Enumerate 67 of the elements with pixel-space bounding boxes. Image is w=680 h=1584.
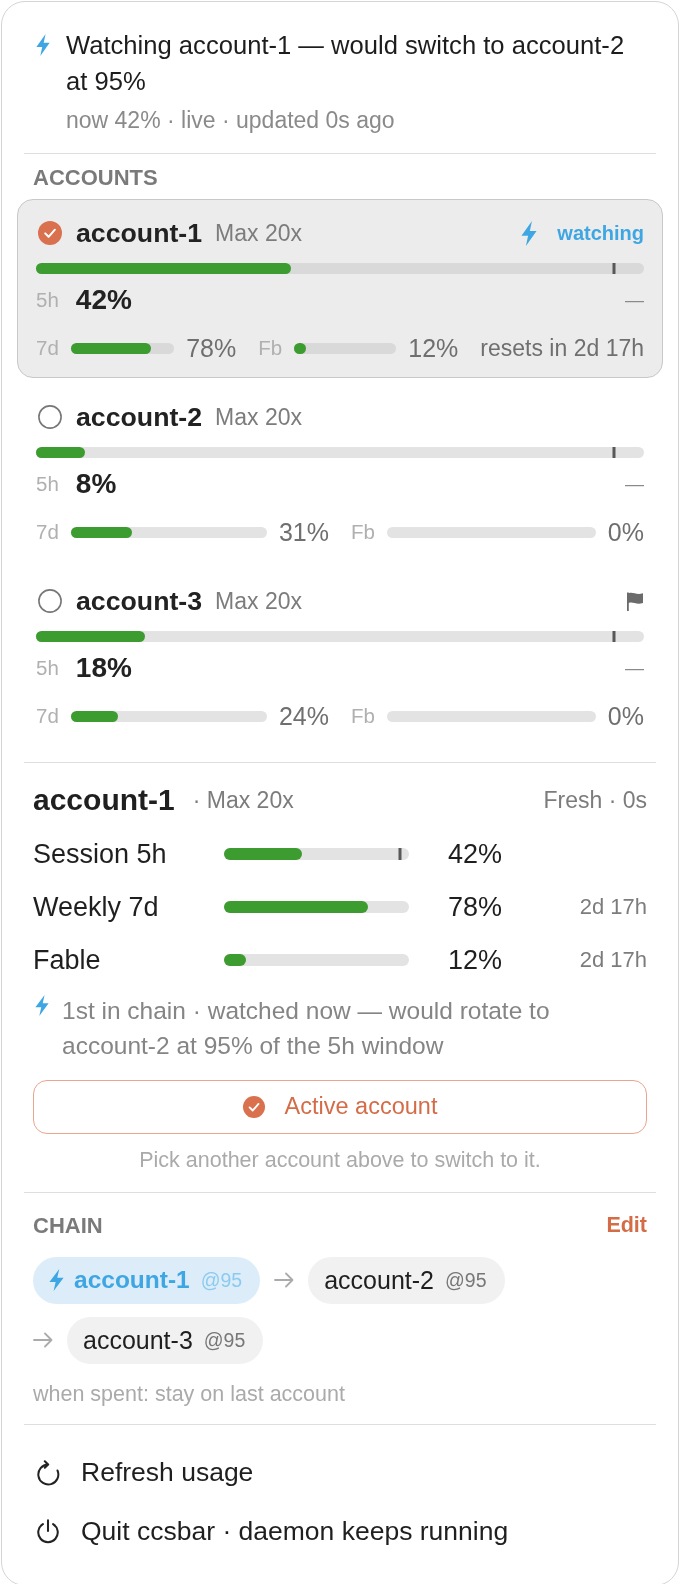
account-title: account-1 [33,783,175,817]
plan-label: Max 20x [215,587,302,615]
check-circle-icon [242,1095,265,1118]
usage-percent: 42% [75,284,132,316]
window-label: Fb [351,704,375,728]
threshold-label: @95 [200,1268,243,1292]
usage-percent: 31% [278,517,329,547]
meter-label: Fable [33,944,102,977]
menu-item[interactable]: Quit ccsbar · daemon keeps running [33,1508,509,1555]
power-icon[interactable] [35,1518,61,1545]
menu-item[interactable]: Refresh usage [33,1449,254,1496]
account-name: account-1 [76,217,203,249]
trend-value: — [625,473,644,495]
plan-label: Max 20x [215,403,302,431]
section-heading: CHAIN [33,1212,103,1239]
threshold-label: @95 [203,1328,246,1352]
window-label: 5h [36,472,59,496]
status-title: Watching account-1 — would switch to account-2 at 95% [66,30,626,97]
radio-button[interactable] [38,589,62,613]
account-card[interactable]: account-1 Max 20x watching 5h 42% — 7d 78% Fb 12% resets in 2d 17h [17,199,663,378]
meter-label: Session 5h [33,838,168,871]
usage-percent: 24% [278,701,329,731]
freshness-label: Fresh · 0s [543,786,647,814]
fallback-note: when spent: stay on last account [33,1380,345,1408]
account-name: account-2 [76,401,203,433]
status-subtitle: now 42% · live · updated 0s ago [66,106,395,135]
window-label: 5h [36,656,59,680]
usage-percent: 42% [448,838,504,871]
usage-percent: 12% [408,333,459,363]
usage-percent: 8% [75,468,117,500]
section-heading: ACCOUNTS [33,165,158,191]
usage-percent: 0% [607,701,644,731]
watching-label: watching [557,221,644,245]
window-label: 7d [36,704,59,728]
arrow-icon [274,1272,295,1288]
plan-label: Max 20x [215,219,302,247]
bolt-icon [35,994,49,1016]
radio-button[interactable] [38,405,62,429]
hint-text: Pick another account above to switch to it. [139,1146,541,1174]
bolt-icon [36,34,50,56]
radio-button[interactable] [38,221,62,245]
arrow-icon [33,1332,53,1348]
bolt-icon [49,1269,64,1291]
meter-label: Weekly 7d [33,891,160,924]
account-name: account-3 [76,585,203,617]
window-label: 7d [36,336,59,360]
account-name: account-3 [83,1325,193,1355]
window-label: 7d [36,520,59,544]
plan-label: · Max 20x [192,786,294,814]
window-label: 5h [36,288,59,312]
usage-percent: 78% [186,333,237,363]
account-name: account-2 [324,1265,434,1295]
chain-note: 1st in chain · watched now — would rotate to account-2 at 95% of the 5h window [62,996,551,1061]
reset-time: 2d 17h [579,946,647,974]
usage-percent: 18% [75,652,132,684]
usage-percent: 12% [448,944,504,977]
reset-time: 2d 17h [579,893,647,921]
usage-percent: 0% [607,517,644,547]
window-label: Fb [351,520,375,544]
refresh-icon[interactable] [35,1459,61,1486]
window-label: Fb [258,336,283,360]
reset-time: resets in 2d 17h [480,334,644,362]
account-name: account-1 [74,1266,190,1294]
usage-percent: 78% [448,891,504,924]
trend-value: — [625,289,644,311]
threshold-label: @95 [445,1268,487,1292]
trend-value: — [625,657,644,679]
